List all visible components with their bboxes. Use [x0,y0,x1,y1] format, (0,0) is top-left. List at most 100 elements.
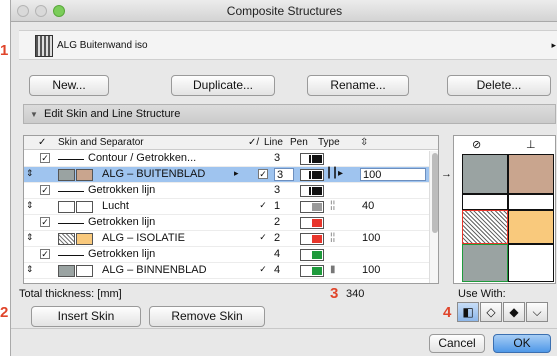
row-pen[interactable]: 2 [274,232,280,244]
separator-line-icon [58,255,84,256]
table-row[interactable]: ✓ Getrokken lijn 4 [24,247,429,263]
line-type-swatch[interactable] [300,201,324,213]
composite-selector[interactable]: ALG Buitenwand iso ▸ [19,30,557,60]
preview-air-gap [462,194,508,210]
row-pen[interactable]: 4 [274,264,280,276]
composite-preview-icon [35,35,53,57]
fill-swatch[interactable] [58,169,75,181]
dropdown-arrow-icon[interactable]: ▸ [551,40,556,51]
remove-skin-button[interactable]: Remove Skin [149,306,265,327]
table-header: ✓ Skin and Separator ✓/ Line Pen Type ⇳ [24,136,438,150]
window-title: Composite Structures [226,4,343,18]
row-checkbox[interactable]: ✓ [40,249,50,259]
row-pen[interactable]: 2 [274,216,280,228]
fill-swatch[interactable] [76,265,93,277]
table-row[interactable]: ✓ Getrokken lijn 3 [24,183,429,199]
row-thickness[interactable]: 100 [362,232,380,244]
close-button[interactable] [17,5,29,17]
table-row[interactable]: ⇕ ALG – BUITENBLAD ▸ ✓ 3 ┃┃▸ 100 [24,167,429,183]
row-checkbox[interactable]: ✓ [258,265,268,275]
table-scrollbar[interactable] [429,151,438,283]
line-type-swatch[interactable] [300,185,324,197]
fill-swatch[interactable] [76,169,93,181]
drag-handle-icon[interactable]: ⇕ [26,200,34,211]
line-type-swatch[interactable] [300,249,324,261]
table-row[interactable]: ✓ Getrokken lijn 2 [24,215,429,231]
minimize-button[interactable] [35,5,47,17]
wall-tool-icon[interactable]: ◧ [457,302,479,322]
fill-swatch[interactable] [58,233,75,245]
preview-air-gap-section [508,194,554,210]
scrollbar-thumb[interactable] [432,153,438,233]
fill-swatch[interactable] [58,265,75,277]
row-checkbox[interactable]: ✓ [258,169,268,179]
insert-skin-button[interactable]: Insert Skin [31,306,141,327]
ok-button[interactable]: OK [493,334,551,353]
row-checkbox[interactable]: ✓ [258,233,268,243]
row-checkbox[interactable]: ✓ [40,185,50,195]
row-thickness[interactable]: 40 [362,200,374,212]
drag-handle-icon[interactable]: ⇕ [26,168,34,179]
fill-swatch[interactable] [76,201,93,213]
skin-table: ✓ Skin and Separator ✓/ Line Pen Type ⇳ … [23,135,439,284]
duplicate-button[interactable]: Duplicate... [171,75,275,96]
row-pen[interactable]: 3 [274,152,280,164]
reference-line-icon: ⊥ [526,139,536,151]
drag-handle-icon[interactable]: ⇕ [26,264,34,275]
separator-line-icon [58,223,84,224]
row-pen[interactable]: 3 [274,184,280,196]
delete-button[interactable]: Delete... [447,75,551,96]
table-row[interactable]: ⇕ ALG – BINNENBLAD ✓ 4 ▮ 100 [24,263,429,279]
table-row[interactable]: ⇕ ALG – ISOLATIE ✓ 2 ¦¦ 100 [24,231,429,247]
row-arrow-icon[interactable]: ▸ [234,168,239,179]
preview-pointer-arrow-icon: → [441,168,452,180]
row-name: ALG – ISOLATIE [102,232,185,244]
composite-name: ALG Buitenwand iso [57,40,148,51]
row-checkbox[interactable]: ✓ [40,217,50,227]
line-type-swatch[interactable] [300,169,324,181]
row-pen[interactable]: 3 [274,168,294,181]
total-thickness-label: Total thickness: [mm] [19,288,122,300]
separator-line-icon [58,159,84,160]
callout-3: 3 [330,285,339,302]
table-row[interactable]: ⇕ Lucht ✓ 1 ¦¦ 40 [24,199,429,215]
row-pen[interactable]: 4 [274,248,280,260]
line-type-swatch[interactable] [300,265,324,277]
type-pattern-icon[interactable]: ▮ [330,264,336,275]
disclosure-triangle-icon[interactable]: ▼ [30,110,38,119]
row-thickness[interactable]: 100 [362,264,380,276]
line-type-swatch[interactable] [300,153,324,165]
fill-swatch[interactable] [58,201,75,213]
row-name: Getrokken lijn [88,248,156,260]
row-name: Contour / Getrokken... [88,152,197,164]
line-type-swatch[interactable] [300,217,324,229]
type-pattern-icon[interactable]: ¦¦ [330,232,335,243]
slab-tool-icon[interactable]: ◇ [480,302,502,322]
callout-1: 1 [0,42,9,59]
zoom-button[interactable] [53,5,65,17]
rename-button[interactable]: Rename... [307,75,409,96]
fill-swatch[interactable] [76,233,93,245]
thickness-icon: ⇳ [360,137,369,148]
type-pattern-icon[interactable]: ¦¦ [330,200,335,211]
type-pattern-icon[interactable]: ┃┃▸ [326,168,343,179]
edit-skin-section-header[interactable]: ▼ Edit Skin and Line Structure [23,104,556,124]
row-thickness-input[interactable]: 100 [360,168,426,181]
new-button[interactable]: New... [29,75,109,96]
row-pen[interactable]: 1 [274,200,280,212]
line-type-swatch[interactable] [300,233,324,245]
roof-tool-icon[interactable]: ◆ [503,302,525,322]
row-checkbox[interactable]: ✓ [258,201,268,211]
row-checkbox[interactable]: ✓ [40,153,50,163]
drag-handle-icon[interactable]: ⇕ [26,232,34,243]
section-title: Edit Skin and Line Structure [43,108,181,120]
structure-preview: ⊘ ⊥ [453,135,556,284]
table-row[interactable]: ✓ Contour / Getrokken... 3 [24,151,429,167]
separator-line-icon [58,191,84,192]
shell-tool-icon[interactable]: ⌵ [526,302,548,322]
title-bar: Composite Structures [11,0,557,22]
callout-4: 4 [443,304,452,321]
use-with-label: Use With: [458,288,506,300]
cancel-button[interactable]: Cancel [429,334,485,353]
preview-inner-skin-section [508,244,554,282]
